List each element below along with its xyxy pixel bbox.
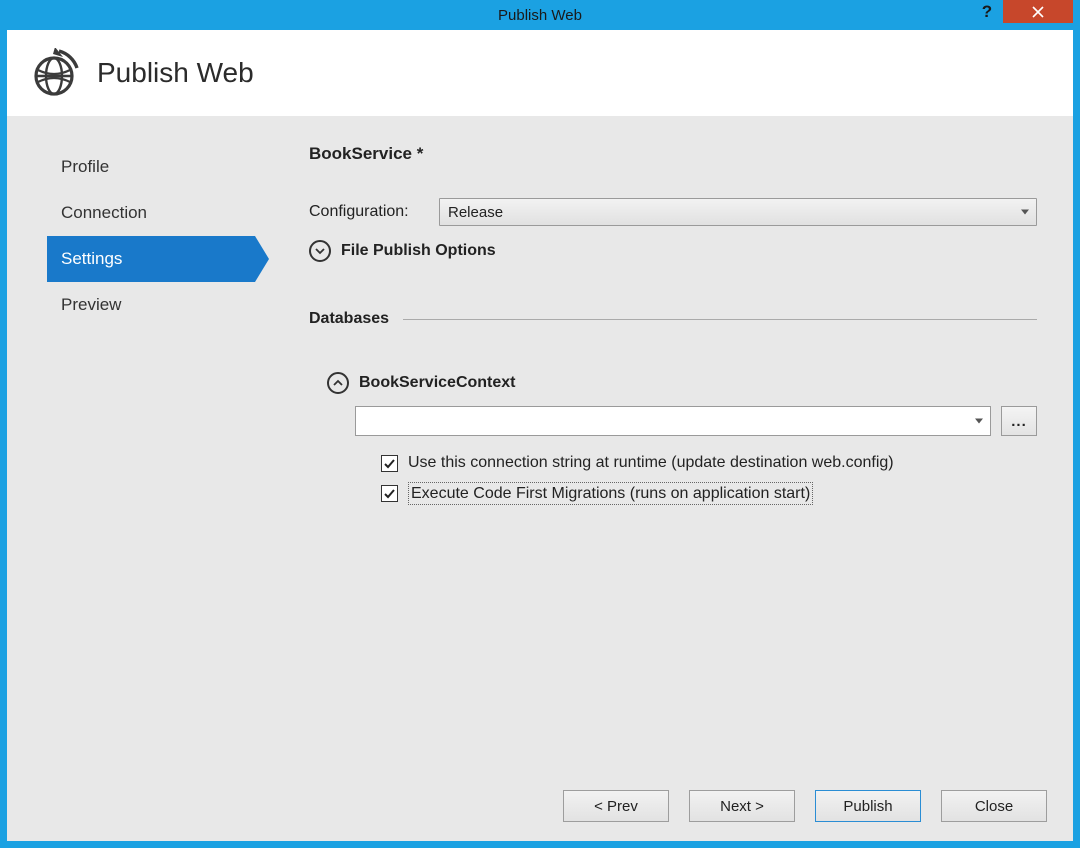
db-context-expander[interactable]: BookServiceContext <box>327 372 1037 394</box>
chevron-down-icon <box>1021 210 1029 215</box>
chevron-down-icon <box>975 419 983 424</box>
wizard-body: Profile Connection Settings Preview Book… <box>7 116 1073 771</box>
execute-migrations-label: Execute Code First Migrations (runs on a… <box>408 482 813 505</box>
nav-item-profile[interactable]: Profile <box>47 144 255 190</box>
window-body: Publish Web Profile Connection Settings … <box>7 30 1073 841</box>
configuration-label: Configuration: <box>309 203 439 221</box>
checkmark-icon <box>383 457 396 470</box>
prev-button[interactable]: < Prev <box>563 790 669 822</box>
connection-string-row: ... <box>355 406 1037 436</box>
file-publish-options-label: File Publish Options <box>341 242 496 260</box>
database-block: BookServiceContext ... Use this c <box>309 372 1037 505</box>
configuration-row: Configuration: Release <box>309 198 1037 226</box>
wizard-nav: Profile Connection Settings Preview <box>7 144 255 771</box>
divider <box>403 319 1037 320</box>
next-button[interactable]: Next > <box>689 790 795 822</box>
use-connection-string-row: Use this connection string at runtime (u… <box>381 454 1037 472</box>
nav-item-preview[interactable]: Preview <box>47 282 255 328</box>
nav-item-connection[interactable]: Connection <box>47 190 255 236</box>
title-buttons: ? <box>971 0 1073 23</box>
dialog-title: Publish Web <box>97 57 254 89</box>
publish-button[interactable]: Publish <box>815 790 921 822</box>
configuration-value: Release <box>448 204 503 221</box>
close-button[interactable]: Close <box>941 790 1047 822</box>
close-icon <box>1032 6 1044 18</box>
checkmark-icon <box>383 487 396 500</box>
title-bar[interactable]: Publish Web ? <box>7 0 1073 30</box>
close-window-button[interactable] <box>1003 0 1073 23</box>
wizard-footer: < Prev Next > Publish Close <box>7 771 1073 841</box>
db-context-name: BookServiceContext <box>359 374 516 392</box>
connection-string-browse-button[interactable]: ... <box>1001 406 1037 436</box>
expand-down-icon <box>309 240 331 262</box>
use-connection-string-checkbox[interactable] <box>381 455 398 472</box>
publish-web-icon <box>29 48 79 98</box>
databases-label: Databases <box>309 310 389 328</box>
wizard-content: BookService * Configuration: Release Fil… <box>255 144 1073 771</box>
execute-migrations-checkbox[interactable] <box>381 485 398 502</box>
project-name: BookService * <box>309 144 1037 164</box>
configuration-select[interactable]: Release <box>439 198 1037 226</box>
file-publish-options-expander[interactable]: File Publish Options <box>309 240 1037 262</box>
execute-migrations-row: Execute Code First Migrations (runs on a… <box>381 482 1037 505</box>
nav-item-settings[interactable]: Settings <box>47 236 255 282</box>
use-connection-string-label: Use this connection string at runtime (u… <box>408 454 894 472</box>
databases-section-header: Databases <box>309 310 1037 328</box>
connection-string-combo[interactable] <box>355 406 991 436</box>
collapse-up-icon <box>327 372 349 394</box>
help-button[interactable]: ? <box>971 0 1003 23</box>
dialog-header: Publish Web <box>7 30 1073 116</box>
window-chrome: Publish Web ? Publish Web Profile <box>0 0 1080 848</box>
window-title: Publish Web <box>7 7 1073 24</box>
